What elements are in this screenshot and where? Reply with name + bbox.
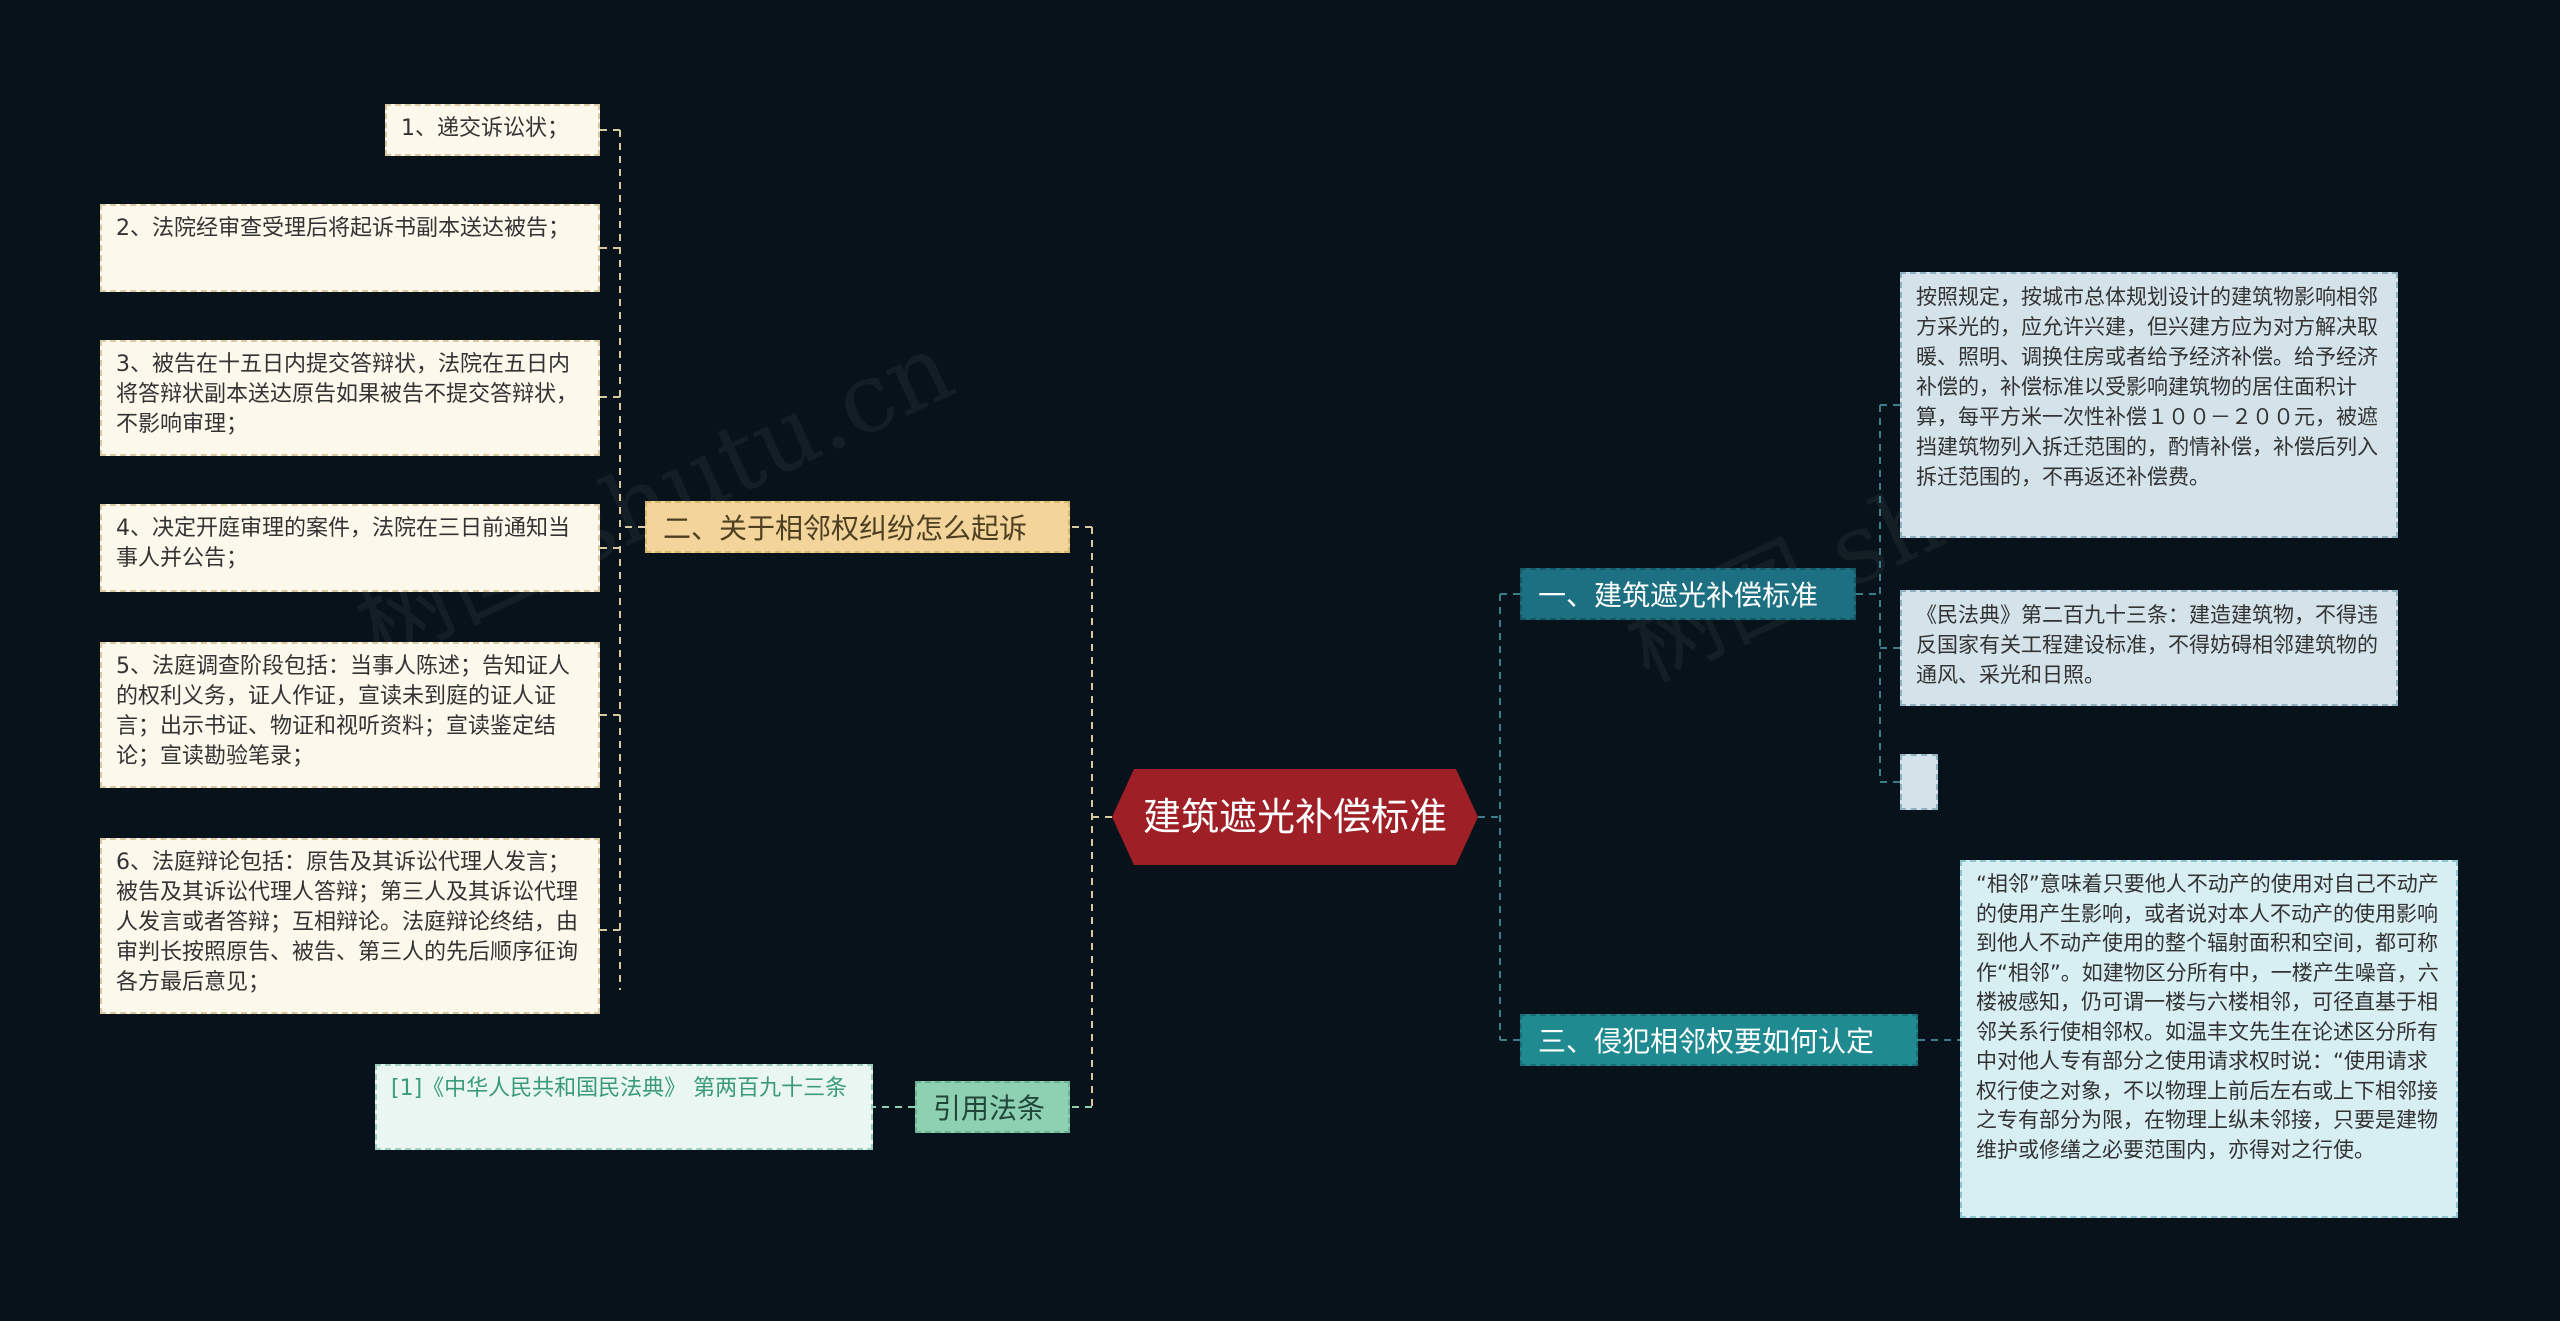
step-6[interactable]: 6、法庭辩论包括：原告及其诉讼代理人发言；被告及其诉讼代理人答辩；第三人及其诉讼… xyxy=(100,838,600,1014)
branch-infringement-determination-label: 三、侵犯相邻权要如何认定 xyxy=(1538,1025,1875,1058)
branch-shading-compensation-standard[interactable]: 一、建筑遮光补偿标准 xyxy=(1520,568,1856,620)
branch-cited-law[interactable]: 引用法条 xyxy=(915,1081,1070,1133)
note-compensation-rule-text: 按照规定，按城市总体规划设计的建筑物影响相邻方采光的，应允许兴建，但兴建方应为对… xyxy=(1916,285,2378,489)
step-1[interactable]: 1、递交诉讼状； xyxy=(385,104,600,156)
branch-cited-law-label: 引用法条 xyxy=(933,1092,1046,1125)
note-neighboring-definition-text: “相邻”意味着只要他人不动产的使用对自己不动产的使用产生影响，或者说对本人不动产… xyxy=(1976,872,2439,1162)
note-empty[interactable] xyxy=(1900,754,1938,810)
step-5[interactable]: 5、法庭调查阶段包括：当事人陈述；告知证人的权利义务，证人作证，宣读未到庭的证人… xyxy=(100,642,600,788)
step-5-text: 5、法庭调查阶段包括：当事人陈述；告知证人的权利义务，证人作证，宣读未到庭的证人… xyxy=(116,654,570,769)
step-6-text: 6、法庭辩论包括：原告及其诉讼代理人发言；被告及其诉讼代理人答辩；第三人及其诉讼… xyxy=(116,850,579,995)
step-1-text: 1、递交诉讼状； xyxy=(401,116,569,141)
branch-how-to-sue[interactable]: 二、关于相邻权纠纷怎么起诉 xyxy=(645,501,1070,553)
branch-shading-compensation-standard-label: 一、建筑遮光补偿标准 xyxy=(1538,579,1819,612)
step-4[interactable]: 4、决定开庭审理的案件，法院在三日前通知当事人并公告； xyxy=(100,504,600,592)
center-topic[interactable]: 建筑遮光补偿标准 xyxy=(1112,769,1478,865)
step-3[interactable]: 3、被告在十五日内提交答辩状，法院在五日内将答辩状副本送达原告如果被告不提交答辩… xyxy=(100,340,600,456)
branch-how-to-sue-label: 二、关于相邻权纠纷怎么起诉 xyxy=(663,512,1028,545)
note-neighboring-definition[interactable]: “相邻”意味着只要他人不动产的使用对自己不动产的使用产生影响，或者说对本人不动产… xyxy=(1960,860,2458,1218)
left-connectors xyxy=(600,129,1112,1107)
citation-civil-code-text: [1]《中华人民共和国民法典》 第两百九十三条 xyxy=(391,1076,848,1101)
right-connectors xyxy=(1478,404,1960,1041)
mindmap-canvas: 树图 shutu.cn 树图 shutu.cn xyxy=(0,0,2560,1321)
step-2-text: 2、法院经审查受理后将起诉书副本送达被告； xyxy=(116,216,570,241)
step-4-text: 4、决定开庭审理的案件，法院在三日前通知当事人并公告； xyxy=(116,516,570,571)
citation-civil-code[interactable]: [1]《中华人民共和国民法典》 第两百九十三条 xyxy=(375,1064,873,1150)
note-civil-code-293[interactable]: 《民法典》第二百九十三条：建造建筑物，不得违反国家有关工程建设标准，不得妨碍相邻… xyxy=(1900,590,2398,706)
branch-infringement-determination[interactable]: 三、侵犯相邻权要如何认定 xyxy=(1520,1014,1918,1066)
step-3-text: 3、被告在十五日内提交答辩状，法院在五日内将答辩状副本送达原告如果被告不提交答辩… xyxy=(116,352,579,437)
note-compensation-rule[interactable]: 按照规定，按城市总体规划设计的建筑物影响相邻方采光的，应允许兴建，但兴建方应为对… xyxy=(1900,272,2398,538)
step-2[interactable]: 2、法院经审查受理后将起诉书副本送达被告； xyxy=(100,204,600,292)
center-topic-label: 建筑遮光补偿标准 xyxy=(1142,795,1447,839)
note-civil-code-293-text: 《民法典》第二百九十三条：建造建筑物，不得违反国家有关工程建设标准，不得妨碍相邻… xyxy=(1916,603,2378,687)
